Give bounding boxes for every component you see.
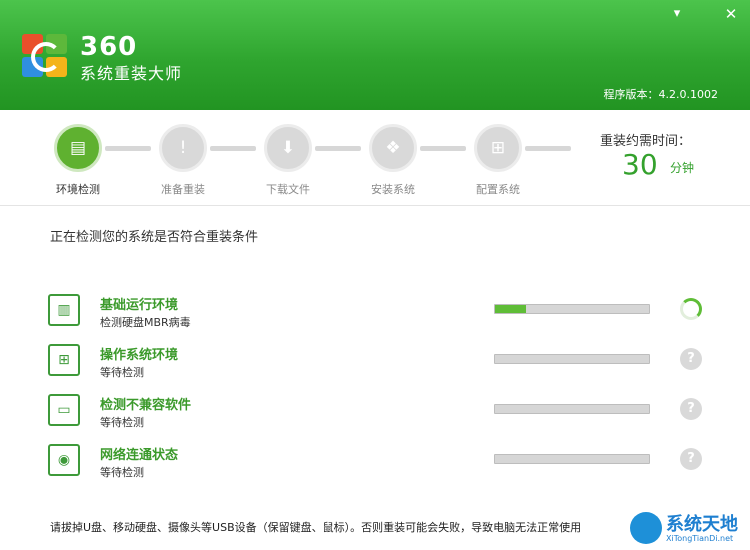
step-label: 配置系统 — [476, 183, 520, 196]
check-subtitle: 检测硬盘MBR病毒 — [100, 316, 191, 329]
step-download: ⬇ 下载文件 — [258, 124, 318, 197]
watermark-logo: 系统天地 XiTongTianDi.net — [630, 510, 748, 548]
loading-spinner-icon — [680, 298, 702, 320]
step-connector — [420, 146, 466, 151]
usb-warning-text: 请拔掉U盘、移动硬盘、摄像头等USB设备（保留键盘、鼠标）。否则重装可能会失败，… — [50, 521, 582, 534]
check-subtitle: 等待检测 — [100, 466, 144, 479]
step-connector — [315, 146, 361, 151]
check-title: 基础运行环境 — [100, 298, 179, 313]
install-icon: ❖ — [385, 138, 401, 158]
step-label: 安装系统 — [371, 183, 415, 196]
step-env-check: ▤ 环境检测 — [48, 124, 108, 197]
check-progress-bar — [494, 404, 650, 414]
check-progress-bar — [494, 454, 650, 464]
step-connector — [105, 146, 151, 151]
step-label: 下载文件 — [266, 183, 310, 196]
computer-check-icon: ▤ — [69, 138, 87, 158]
step-install: ❖ 安装系统 — [363, 124, 423, 197]
question-icon: ? — [680, 348, 702, 370]
step-connector — [525, 146, 571, 151]
prepare-icon: ! — [179, 138, 187, 158]
monitor-icon: ▭ — [48, 394, 80, 426]
check-progress-bar — [494, 304, 650, 314]
step-label: 准备重装 — [161, 183, 205, 196]
check-subtitle: 等待检测 — [100, 366, 144, 379]
windows-config-icon: ⊞ — [490, 138, 506, 158]
estimated-time-label: 重装约需时间： — [600, 134, 692, 149]
estimated-time-unit: 分钟 — [670, 161, 695, 175]
check-title: 检测不兼容软件 — [100, 398, 192, 413]
check-title: 操作系统环境 — [100, 348, 179, 363]
globe-icon: ◉ — [48, 444, 80, 476]
check-row-software: ▭ 检测不兼容软件 等待检测 ? — [48, 394, 728, 434]
question-icon: ? — [680, 398, 702, 420]
check-row-network: ◉ 网络连通状态 等待检测 ? — [48, 444, 728, 484]
watermark-url: XiTongTianDi.net — [666, 534, 734, 543]
windows-icon: ⊞ — [48, 344, 80, 376]
close-icon[interactable]: ✕ — [722, 6, 740, 22]
app-logo-icon — [22, 34, 70, 80]
estimated-time-value: 30 — [622, 148, 658, 181]
check-row-basic: ▥ 基础运行环境 检测硬盘MBR病毒 — [48, 294, 728, 334]
step-configure: ⊞ 配置系统 — [468, 124, 528, 197]
version-label: 程序版本：4.2.0.1002 — [603, 88, 718, 101]
watermark-icon — [630, 512, 662, 544]
check-title: 网络连通状态 — [100, 448, 179, 463]
step-label: 环境检测 — [56, 183, 100, 196]
check-subtitle: 等待检测 — [100, 416, 144, 429]
page-title: 正在检测您的系统是否符合重装条件 — [50, 230, 259, 245]
question-icon: ? — [680, 448, 702, 470]
brand-number: 360 — [80, 32, 138, 62]
brand-name: 系统重装大师 — [80, 64, 183, 83]
check-progress-bar — [494, 354, 650, 364]
step-prepare: ! 准备重装 — [153, 124, 213, 197]
step-progress: ▤ 环境检测 ! 准备重装 ⬇ 下载文件 ❖ 安装系统 ⊞ 配置系统 重装约需时… — [0, 110, 750, 206]
watermark-text: 系统天地 — [666, 514, 738, 535]
check-row-os: ⊞ 操作系统环境 等待检测 ? — [48, 344, 728, 384]
title-bar: 360 系统重装大师 ▾ ✕ 程序版本：4.2.0.1002 — [0, 0, 750, 110]
hardware-icon: ▥ — [48, 294, 80, 326]
step-connector — [210, 146, 256, 151]
download-icon: ⬇ — [280, 138, 296, 158]
menu-icon[interactable]: ▾ — [668, 6, 686, 22]
